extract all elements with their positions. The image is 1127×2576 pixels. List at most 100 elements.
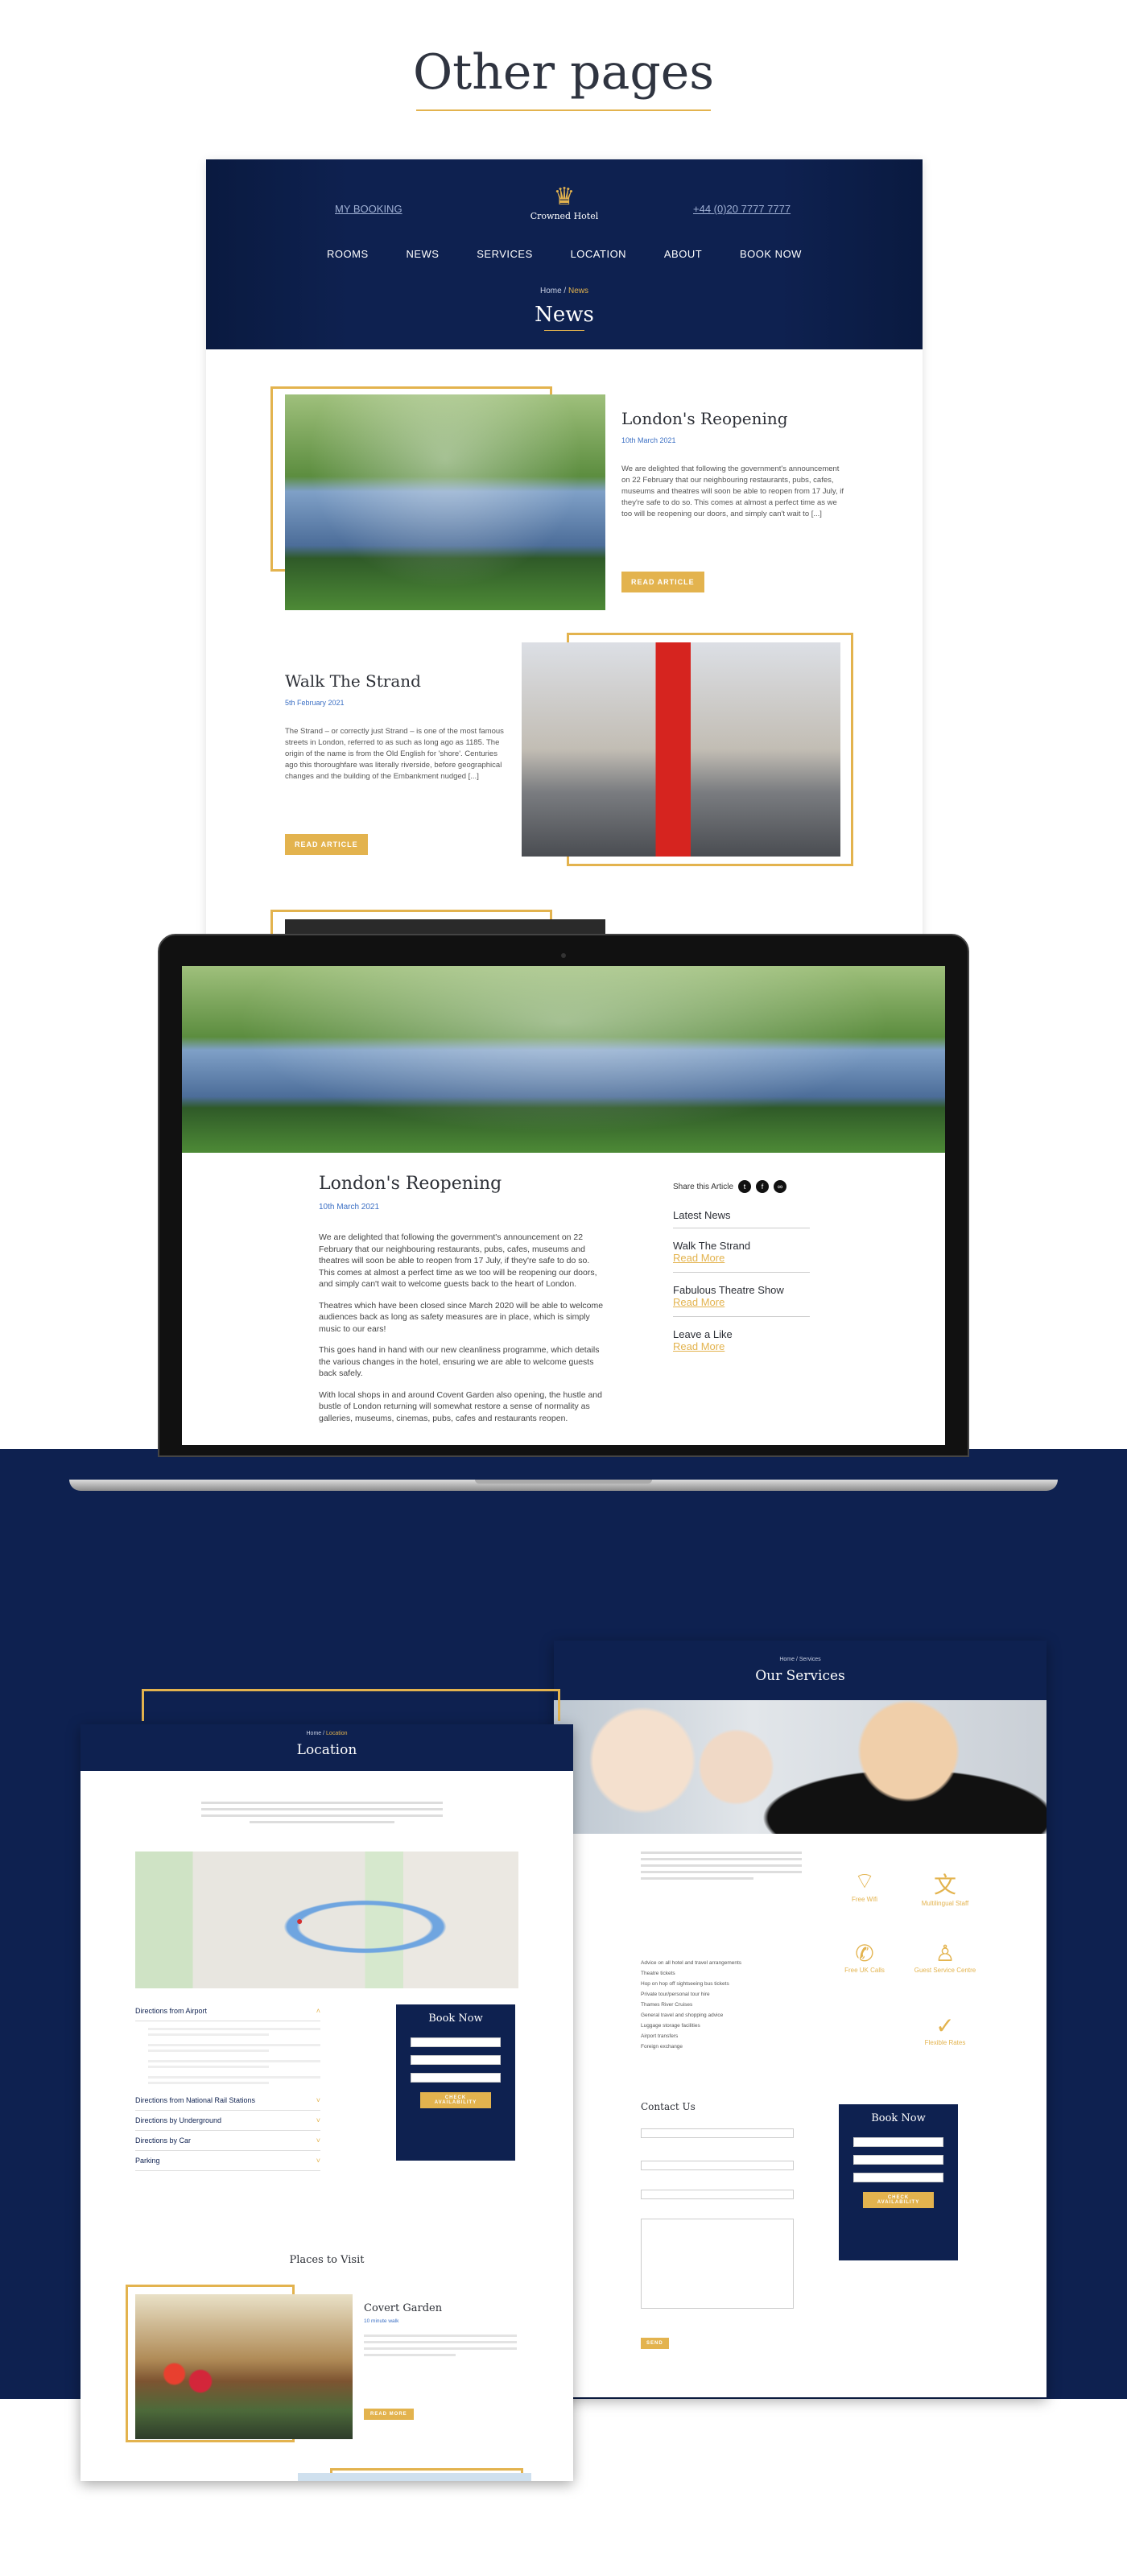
name-field[interactable] <box>641 2128 794 2138</box>
latest-item: Leave a Like Read More <box>673 1317 810 1360</box>
language-icon: 文 <box>933 1872 956 1897</box>
article-date: 10th March 2021 <box>319 1203 380 1212</box>
message-field[interactable] <box>641 2219 794 2309</box>
twitter-icon[interactable]: t <box>738 1180 752 1193</box>
service-guest-centre: ♙ Guest Service Centre <box>913 1940 977 1974</box>
read-more-link[interactable]: Read More <box>673 1252 810 1264</box>
article-body: We are delighted that following the gove… <box>319 1232 605 1424</box>
breadcrumb-mid[interactable]: Services <box>799 1657 821 1662</box>
title-underline <box>416 109 711 111</box>
nav-book-now[interactable]: BOOK NOW <box>740 248 802 260</box>
article-title[interactable]: Walk The Strand <box>285 671 421 691</box>
services-intro <box>641 1852 802 1884</box>
location-map[interactable]: ● <box>135 1852 518 1988</box>
share-row: Share this Article t f ∞ <box>673 1180 787 1193</box>
accordion-item[interactable]: Directions by Car ˅ <box>135 2131 320 2151</box>
nav-about[interactable]: ABOUT <box>664 248 702 260</box>
nav-location[interactable]: LOCATION <box>571 248 627 260</box>
facebook-icon[interactable]: f <box>756 1180 770 1193</box>
chevron-down-icon: ˅ <box>316 2116 320 2124</box>
contact-heading: Contact Us <box>641 2101 696 2112</box>
check-availability-button[interactable]: CHECK AVAILABILITY <box>420 2092 491 2108</box>
place-image[interactable] <box>135 2294 353 2439</box>
accordion-item[interactable]: Directions by Underground ˅ <box>135 2111 320 2131</box>
book-now-title: Book Now <box>871 2112 926 2124</box>
breadcrumb-home[interactable]: Home <box>307 1731 322 1736</box>
send-button[interactable]: SEND <box>641 2338 669 2349</box>
check-circle-icon: ✓ <box>935 2013 955 2038</box>
phone-link[interactable]: +44 (0)20 7777 7777 <box>693 203 791 215</box>
latest-item-title[interactable]: Fabulous Theatre Show <box>673 1284 810 1296</box>
check-availability-button[interactable]: CHECK AVAILABILITY <box>863 2192 934 2208</box>
breadcrumb-home[interactable]: Home <box>779 1657 795 1662</box>
main-nav: ROOMS NEWS SERVICES LOCATION ABOUT BOOK … <box>327 248 802 260</box>
promo-field[interactable] <box>853 2173 943 2182</box>
check-in-field[interactable] <box>411 2037 501 2047</box>
location-page: Home / Location Location ● Directions fr… <box>80 1724 573 2481</box>
check-in-field[interactable] <box>853 2137 943 2147</box>
list-item: General travel and shopping advice <box>641 2013 724 2018</box>
guests-field[interactable] <box>853 2155 943 2165</box>
accordion-label: Directions from National Rail Stations <box>135 2096 256 2104</box>
latest-item-title[interactable]: Leave a Like <box>673 1328 810 1340</box>
services-header: Home / Services Our Services <box>554 1641 1046 1700</box>
service-calls: ✆ Free UK Calls <box>832 1940 897 1974</box>
article-image[interactable] <box>522 642 840 857</box>
subject-field[interactable] <box>641 2190 794 2199</box>
place-title[interactable]: Covert Garden <box>364 2302 442 2314</box>
accordion-item[interactable]: Parking ˅ <box>135 2151 320 2171</box>
nav-news[interactable]: NEWS <box>406 248 439 260</box>
chevron-down-icon: ˅ <box>316 2096 320 2104</box>
read-article-button[interactable]: READ ARTICLE <box>285 834 368 855</box>
crown-icon: ♛ <box>553 184 576 210</box>
paragraph: Theatres which have been closed since Ma… <box>319 1300 604 1334</box>
list-item: Thames River Cruises <box>641 2002 693 2008</box>
article-date: 5th February 2021 <box>285 699 345 707</box>
promo-field[interactable] <box>411 2073 501 2083</box>
article-card-1: London's Reopening 10th March 2021 We ar… <box>270 386 882 610</box>
read-more-link[interactable]: Read More <box>673 1340 810 1352</box>
wifi-icon: ⌔ <box>853 1868 876 1893</box>
my-booking-link[interactable]: MY BOOKING <box>335 203 402 215</box>
read-more-button[interactable]: READ MORE <box>364 2409 414 2420</box>
accordion-label: Directions by Underground <box>135 2116 222 2124</box>
breadcrumb: Home / Services <box>554 1657 1046 1662</box>
book-now-panel: Book Now CHECK AVAILABILITY <box>839 2104 958 2260</box>
accordion-item[interactable]: Directions from National Rail Stations ˅ <box>135 2091 320 2111</box>
service-wifi: ⌔ Free Wifi <box>832 1868 897 1903</box>
list-item: Private tour/personal tour hire <box>641 1992 710 1997</box>
service-flexible-rates: ✓ Flexible Rates <box>913 2013 977 2046</box>
read-more-link[interactable]: Read More <box>673 1296 810 1308</box>
link-icon[interactable]: ∞ <box>774 1180 787 1193</box>
services-hero-image <box>554 1700 1046 1834</box>
list-item: Theatre tickets <box>641 1971 675 1976</box>
nav-rooms[interactable]: ROOMS <box>327 248 369 260</box>
news-page: MY BOOKING ♛ Crowned Hotel +44 (0)20 777… <box>206 159 923 964</box>
book-now-title: Book Now <box>428 2013 483 2025</box>
section-title: Other pages <box>412 44 715 101</box>
article-excerpt: The Strand – or correctly just Strand – … <box>285 727 504 781</box>
logo[interactable]: ♛ Crowned Hotel <box>524 184 605 221</box>
place-subtitle: 10 minute walk <box>364 2318 399 2324</box>
paragraph: With local shops in and around Covent Ga… <box>319 1389 602 1423</box>
breadcrumb-current: News <box>568 287 589 295</box>
accordion-item[interactable]: Directions from Airport ˄ <box>135 2001 320 2021</box>
read-article-button[interactable]: READ ARTICLE <box>621 572 704 592</box>
laptop-display: London's Reopening 10th March 2021 We ar… <box>182 966 945 1445</box>
directions-accordion: Directions from Airport ˄ Directions from… <box>135 2001 320 2171</box>
accordion-label: Parking <box>135 2157 160 2165</box>
accordion-label: Directions by Car <box>135 2136 192 2145</box>
page-title: Our Services <box>755 1668 845 1684</box>
phone-icon: ✆ <box>855 1941 874 1966</box>
article-title[interactable]: London's Reopening <box>621 409 788 428</box>
nav-services[interactable]: SERVICES <box>477 248 533 260</box>
article-image[interactable] <box>285 394 605 610</box>
breadcrumb-home[interactable]: Home <box>540 287 562 295</box>
article-card-2: Walk The Strand 5th February 2021 The St… <box>270 633 882 882</box>
latest-item-title[interactable]: Walk The Strand <box>673 1240 810 1252</box>
email-field[interactable] <box>641 2161 794 2170</box>
latest-item: Fabulous Theatre Show Read More <box>673 1273 810 1317</box>
article-excerpt: We are delighted that following the gove… <box>621 464 844 518</box>
guests-field[interactable] <box>411 2055 501 2065</box>
page-title: News <box>535 303 594 327</box>
